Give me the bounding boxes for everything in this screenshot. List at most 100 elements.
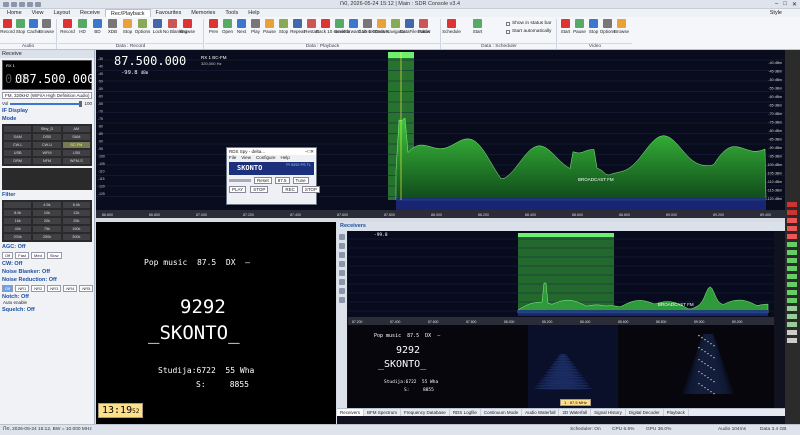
tab-continuum-mode[interactable]: Continuum Mode (481, 409, 522, 416)
grid-icon[interactable] (339, 279, 345, 285)
record-bd-button[interactable]: BD (92, 19, 103, 34)
filter-button-25k[interactable]: 25k (63, 218, 90, 224)
vfo-display[interactable]: RX 1 0.0 087.500.000 (2, 60, 92, 90)
menu-view[interactable]: View (27, 9, 49, 17)
receiver-freq-bar[interactable] (348, 317, 774, 325)
main-spectrum[interactable]: -40 dBm -45 dBm -50 dBm -55 dBm -60 dBm -65 d… (96, 50, 785, 218)
nr-button-nr3[interactable]: NR3 (47, 285, 61, 292)
record-browse-button[interactable]: Browse (182, 19, 193, 34)
squelch-label[interactable]: Squelch: Off (0, 307, 94, 313)
record-record-button[interactable]: Record (62, 19, 73, 34)
agc-button-fast[interactable]: Fast (15, 252, 29, 259)
spectrum-trace[interactable] (396, 118, 766, 200)
main-spectrum-svg[interactable]: -40 dBm -45 dBm -50 dBm -55 dBm -60 dBm -65 d… (96, 50, 785, 218)
tab-frequency-database[interactable]: Frequency Database (401, 409, 450, 416)
mode-button-cw-u[interactable]: CW-U (33, 142, 60, 148)
record-options-button[interactable]: Options (137, 19, 148, 34)
tab-playback[interactable]: Playback (664, 409, 689, 416)
filter-button-40k[interactable]: 40k (4, 226, 31, 232)
rds-frequency-select[interactable]: 87.5 (275, 177, 290, 184)
mode-button-dsb[interactable]: DSB (33, 134, 60, 140)
scheduler-schedule-button[interactable]: Schedule (446, 19, 457, 34)
filter-button-10k[interactable]: 10k (33, 210, 60, 216)
auto-enable-check[interactable]: Auto enable (0, 300, 94, 305)
mode-button-lsb[interactable]: LSB (63, 150, 90, 156)
nr-button-nr2[interactable]: NR2 (31, 285, 45, 292)
mode-button-am[interactable]: AM (63, 126, 90, 132)
hand-icon[interactable] (339, 252, 345, 258)
arrow-left-icon[interactable] (339, 297, 345, 303)
rds-menu-configure[interactable]: Configure (256, 155, 276, 161)
mode-button-wfm-s[interactable]: WFM-S (63, 158, 90, 164)
mode-button-cw-l[interactable]: CW-L (4, 142, 31, 148)
rds-stop2-button[interactable]: STOP (302, 186, 320, 193)
receiver-spectrum-svg[interactable]: 87.200 87.400 87.600 87.800 88.000 88.200 88.4… (348, 231, 774, 325)
record-hd-button[interactable]: HD (77, 19, 88, 34)
filter-button-200k[interactable]: 200k (4, 234, 31, 240)
rds-stop-button[interactable]: STOP (250, 186, 268, 193)
nr-button-nr5[interactable]: NR5 (79, 285, 93, 292)
if-display-label[interactable]: IF Display (0, 108, 94, 114)
filter-button-12k[interactable]: 12k (63, 210, 90, 216)
menu-help[interactable]: Help (243, 9, 264, 17)
filter-button-16k[interactable]: 16k (4, 218, 31, 224)
tab-audio-waterfall[interactable]: Audio Waterfall (522, 409, 559, 416)
mode-button-blank[interactable] (4, 126, 31, 132)
style-menu[interactable]: Style (770, 10, 800, 16)
zoom-out-icon[interactable] (339, 243, 345, 249)
record-xdb-button[interactable]: XDB (107, 19, 118, 34)
tab-signal-history[interactable]: Signal History (591, 409, 626, 416)
menu-favourites[interactable]: Favourites (151, 9, 187, 17)
nr-button-off[interactable]: Off (2, 285, 13, 292)
mode-button-sc-fm[interactable]: SC-FM (63, 142, 90, 148)
menu-rec-playback[interactable]: Rec/Playback (105, 9, 151, 17)
rds-tune-button[interactable]: Tune (293, 177, 309, 184)
filter-button-250k[interactable]: 250k (33, 234, 60, 240)
agc-button-off[interactable]: Off (2, 252, 13, 259)
receiver-tag[interactable]: 1 · 87.5 MHz (560, 399, 591, 406)
mode-select[interactable]: FM, 320kHz (WiFi/A High Definition Audio… (2, 92, 92, 99)
checkbox-icon[interactable] (506, 30, 510, 34)
agc-button-med[interactable]: Med (31, 252, 45, 259)
mode-label[interactable]: Mode (0, 116, 94, 122)
close-icon[interactable]: –□✕ (305, 148, 316, 155)
audio-browse-button[interactable]: Browse (41, 19, 52, 34)
nr-button-nr1[interactable]: NR1 (15, 285, 29, 292)
noise-blanker-label[interactable]: Noise Blanker: Off (0, 269, 94, 275)
menu-layout[interactable]: Layout (49, 9, 76, 17)
record-stop-button[interactable]: Stop (122, 19, 133, 34)
scheduler-check-show-in-status-bar[interactable]: Show in status bar (506, 21, 551, 26)
checkbox-icon[interactable] (506, 22, 510, 26)
mode-button-sam[interactable]: SAM (4, 134, 31, 140)
ruler-icon[interactable] (339, 270, 345, 276)
receiver-waterfall[interactable]: Pop music 87.5 DX – 9292 _SKONTO_ Studij… (348, 325, 774, 409)
status-scheduler[interactable]: Scheduler: On (570, 425, 601, 435)
video-browse-button[interactable]: Browse (616, 19, 627, 34)
lock-icon[interactable] (339, 288, 345, 294)
filter-button-75k[interactable]: 75k (33, 226, 60, 232)
receiver-passband-top[interactable] (518, 233, 614, 237)
volume-slider[interactable] (10, 103, 82, 105)
tab-bfm-spectrum[interactable]: BFM Spectrum (364, 409, 401, 416)
tab-receivers[interactable]: Receivers (337, 409, 364, 416)
nr-button-nr4[interactable]: NR4 (63, 285, 77, 292)
rds-spy-dialog[interactable]: RDS Spy - delta... –□✕ File View Configur… (226, 147, 317, 205)
menu-home[interactable]: Home (2, 9, 27, 17)
tab-2d-waterfall[interactable]: 2D Waterfall (559, 409, 591, 416)
mode-button-sam[interactable]: SAM (63, 134, 90, 140)
mode-button-wfm[interactable]: WFM (33, 150, 60, 156)
record-lock-button[interactable]: Lock (152, 19, 163, 34)
zoom-in-icon[interactable] (339, 234, 345, 240)
receiver-spectrum[interactable]: 87.200 87.400 87.600 87.800 88.000 88.200 88.4… (348, 231, 774, 325)
agc-label[interactable]: AGC: Off (0, 244, 94, 250)
tab-digital-decoder[interactable]: Digital Decoder (626, 409, 664, 416)
mode-button-usb[interactable]: USB (4, 150, 31, 156)
rds-play-button[interactable]: PLAY (229, 186, 246, 193)
agc-button-slow[interactable]: Slow (47, 252, 62, 259)
rds-menu-file[interactable]: File (229, 155, 236, 161)
rds-reset-button[interactable]: Reset (254, 177, 272, 184)
rds-rec-button[interactable]: REC (282, 186, 298, 193)
filter-button-4-5k[interactable]: 4.5k (33, 202, 60, 208)
filter-button-150k[interactable]: 150k (63, 226, 90, 232)
scheduler-check-start-automatically[interactable]: Start automatically (506, 29, 551, 34)
